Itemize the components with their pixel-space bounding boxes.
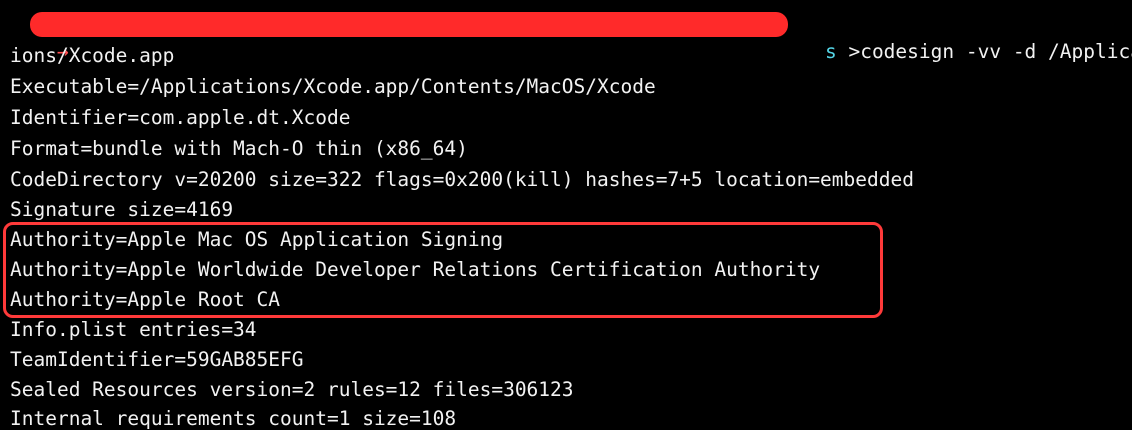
output-line: Identifier=com.apple.dt.Xcode [10,106,351,129]
output-line: ions/Xcode.app [10,44,175,67]
output-line: Executable=/Applications/Xcode.app/Conte… [10,75,656,98]
terminal-window[interactable]: → s >codesign -vv -d /Applicat ions/Xcod… [0,0,1132,430]
output-line: Info.plist entries=34 [10,318,257,341]
output-line: Internal requirements count=1 size=108 [10,407,457,430]
output-line: Format=bundle with Mach-O thin (x86_64) [10,137,468,160]
output-line: Signature size=4169 [10,198,234,221]
command-line: s >codesign -vv -d /Applicat [778,10,1132,63]
output-line: TeamIdentifier=59GAB85EFG [10,348,304,371]
output-line: Sealed Resources version=2 rules=12 file… [10,378,574,401]
output-line: CodeDirectory v=20200 size=322 flags=0x2… [10,168,914,191]
command-text: >codesign -vv -d /Applicat [836,40,1132,63]
redacted-path [30,12,788,37]
authority-highlight-box [3,222,883,318]
prompt-path-tail: s [824,40,837,63]
